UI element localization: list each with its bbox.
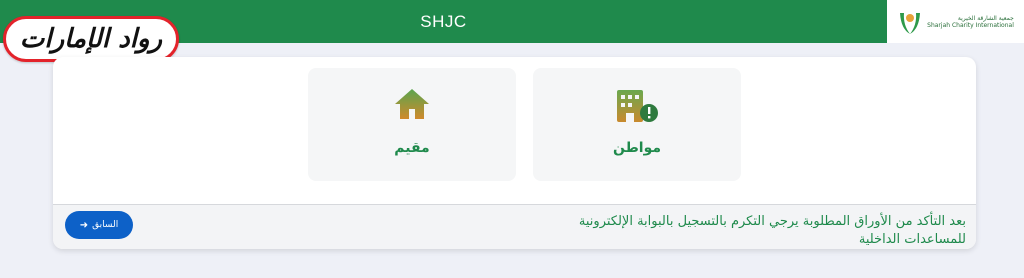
watermark-text: رواد الإمارات bbox=[19, 24, 163, 54]
registration-message: بعد التأكد من الأوراق المطلوبة يرجي التك… bbox=[578, 214, 966, 247]
tile-citizen-label: مواطن bbox=[612, 140, 662, 156]
registration-message-line1: بعد التأكد من الأوراق المطلوبة يرجي التك… bbox=[578, 214, 966, 229]
tile-resident-label: مقيم bbox=[394, 140, 430, 156]
home-icon bbox=[395, 89, 429, 119]
charity-logo[interactable]: جمعية الشارقة الخيرية Sharjah Charity In… bbox=[887, 0, 1024, 43]
logo-text-arabic: جمعية الشارقة الخيرية bbox=[957, 14, 1014, 22]
registration-message-line2: للمساعدات الداخلية bbox=[858, 232, 966, 247]
logo-text-english: Sharjah Charity International bbox=[927, 21, 1014, 29]
watermark-logo: رواد الإمارات bbox=[3, 16, 179, 62]
charity-logo-icon bbox=[900, 12, 921, 34]
tile-resident[interactable]: مقيم bbox=[308, 68, 516, 181]
card-footer: بعد التأكد من الأوراق المطلوبة يرجي التك… bbox=[53, 204, 976, 249]
tile-citizen[interactable]: مواطن bbox=[533, 68, 741, 181]
building-alert-icon bbox=[617, 90, 658, 122]
arrow-right-icon: ➜ bbox=[79, 219, 89, 231]
main-card: مواطن مقيم بعد التأكد من الأوراق المطلوب… bbox=[53, 57, 976, 249]
previous-button-label: السابق bbox=[92, 220, 119, 230]
previous-button[interactable]: ➜ السابق bbox=[65, 211, 133, 239]
